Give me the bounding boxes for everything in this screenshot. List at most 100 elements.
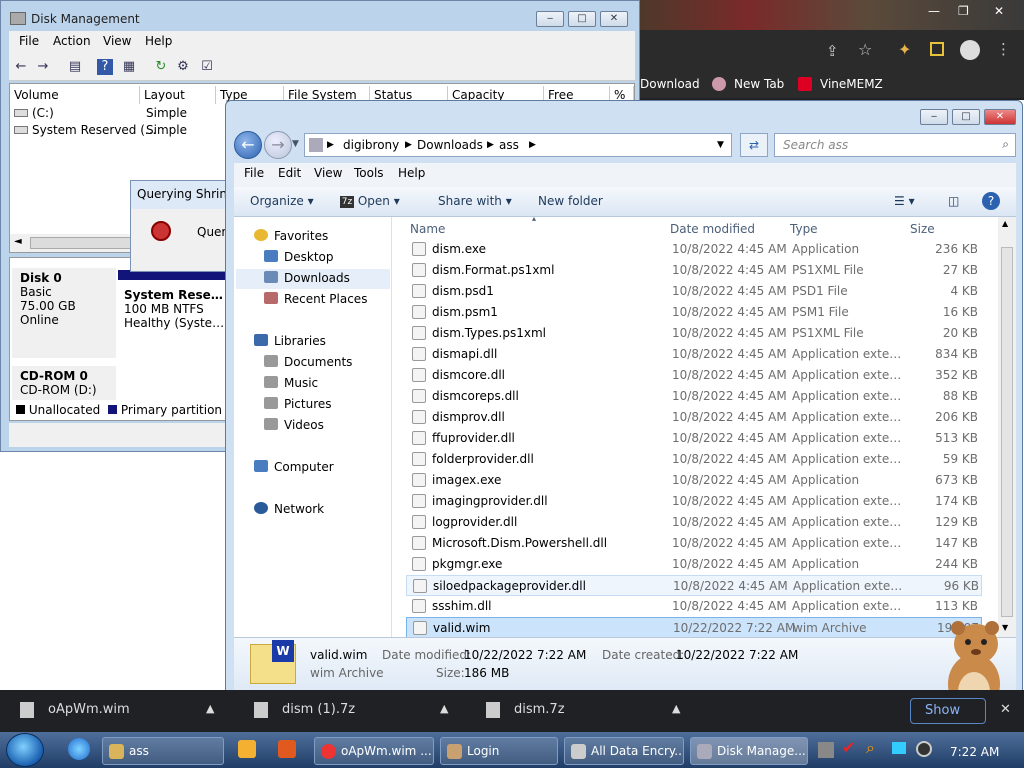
file-row[interactable]: folderprovider.dll 10/8/2022 4:45 AM Appli… xyxy=(406,449,982,470)
organize-button[interactable]: Organize ▾ xyxy=(250,194,314,208)
disk0-label[interactable]: Disk 0 Basic 75.00 GB Online xyxy=(12,268,116,358)
chevron-up-icon[interactable]: ▲ xyxy=(206,702,214,715)
minimize-button[interactable]: ‒ xyxy=(920,109,948,125)
menu-file[interactable]: File xyxy=(19,34,39,48)
address-dropdown-icon[interactable]: ▼ xyxy=(717,140,724,150)
list-icon[interactable]: ▦ xyxy=(121,59,137,75)
file-row[interactable]: dism.exe 10/8/2022 4:45 AM Application 236 … xyxy=(406,239,982,260)
check-icon[interactable]: ☑ xyxy=(199,59,215,75)
menu-file[interactable]: File xyxy=(244,166,264,180)
forward-icon[interactable]: → xyxy=(35,59,51,75)
sidebar-icon[interactable] xyxy=(930,42,944,56)
file-row[interactable]: pkgmgr.exe 10/8/2022 4:45 AM Application 24… xyxy=(406,554,982,575)
search-input[interactable]: Search ass ⌕ xyxy=(774,133,1016,157)
taskbar-chrome[interactable]: oApWm.wim ... xyxy=(314,737,434,765)
file-row[interactable]: dism.psm1 10/8/2022 4:45 AM PSM1 File 16 KB xyxy=(406,302,982,323)
tray-check-icon[interactable]: ✔ xyxy=(842,738,855,757)
file-row[interactable]: dismprov.dll 10/8/2022 4:45 AM Application… xyxy=(406,407,982,428)
menu-view[interactable]: View xyxy=(103,34,131,48)
file-row[interactable]: ssshim.dll 10/8/2022 4:45 AM Application e… xyxy=(406,596,982,617)
menu-help[interactable]: Help xyxy=(398,166,425,180)
minimize-icon[interactable]: — xyxy=(928,4,940,18)
recent-pages-icon[interactable]: ▼ xyxy=(292,139,299,149)
download-item[interactable]: dism.7z xyxy=(514,702,565,717)
maximize-button[interactable]: □ xyxy=(568,11,596,27)
tray-search-icon[interactable]: ⌕ xyxy=(866,738,875,758)
taskbar-explorer[interactable]: ass xyxy=(102,737,224,765)
maximize-icon[interactable]: ❐ xyxy=(958,4,969,18)
open-button[interactable]: 7z Open ▾ xyxy=(340,194,400,208)
download-item[interactable]: dism (1).7z xyxy=(282,702,355,717)
nav-videos[interactable]: Videos xyxy=(284,418,324,432)
scroll-left-icon[interactable]: ◄ xyxy=(14,236,22,247)
col-layout[interactable]: Layout xyxy=(140,86,216,104)
address-bar[interactable]: ▶ digibrony ▶ Downloads ▶ ass ▶ ▼ xyxy=(304,133,732,157)
nav-computer[interactable]: Computer xyxy=(274,460,334,474)
menu-action[interactable]: Action xyxy=(53,34,91,48)
file-row[interactable]: valid.wim10/22/2022 7:22 AMwim Archive19… xyxy=(406,617,982,638)
file-row[interactable]: dismapi.dll 10/8/2022 4:45 AM Application … xyxy=(406,344,982,365)
bookmark-vinememz[interactable]: VineMEMZ xyxy=(820,77,883,91)
maximize-button[interactable]: □ xyxy=(952,109,980,125)
nav-network[interactable]: Network xyxy=(274,502,324,516)
system-reserved-partition[interactable]: System Reserved 100 MB NTFS Healthy (Sys… xyxy=(120,284,232,356)
file-row[interactable]: imagex.exe 10/8/2022 4:45 AM Application 67… xyxy=(406,470,982,491)
file-row[interactable]: ffuprovider.dll 10/8/2022 4:45 AM Applicat… xyxy=(406,428,982,449)
menu-tools[interactable]: Tools xyxy=(354,166,384,180)
new-folder-button[interactable]: New folder xyxy=(538,194,603,208)
header-name[interactable]: Name xyxy=(410,222,445,236)
forward-button[interactable]: → xyxy=(264,131,292,159)
chevron-up-icon[interactable]: ▲ xyxy=(440,702,448,715)
properties-icon[interactable]: ▤ xyxy=(67,59,83,75)
volume-row[interactable]: (C:) xyxy=(14,106,54,120)
start-button[interactable] xyxy=(6,733,44,767)
scroll-up-icon[interactable]: ▲ xyxy=(1002,219,1008,228)
close-icon[interactable]: ✕ xyxy=(1000,702,1011,717)
crumb-ass[interactable]: ass xyxy=(499,138,519,152)
header-date[interactable]: Date modified xyxy=(670,222,755,236)
close-button[interactable]: ✕ xyxy=(600,11,628,27)
view-options-icon[interactable]: ☰ ▾ xyxy=(894,194,915,208)
nav-libraries[interactable]: Libraries xyxy=(274,334,326,348)
settings-icon[interactable]: ⚙ xyxy=(175,59,191,75)
ie-icon[interactable] xyxy=(68,738,90,760)
col-volume[interactable]: Volume xyxy=(10,86,140,104)
cdrom-label[interactable]: CD-ROM 0 CD-ROM (D:) xyxy=(12,366,116,400)
app-icon[interactable] xyxy=(278,740,296,758)
extensions-icon[interactable]: ✦ xyxy=(898,40,911,59)
tray-monitor-icon[interactable] xyxy=(892,742,906,754)
taskbar-login[interactable]: Login xyxy=(440,737,558,765)
nav-desktop[interactable]: Desktop xyxy=(284,250,334,264)
nav-recent-places[interactable]: Recent Places xyxy=(284,292,367,306)
media-player-icon[interactable] xyxy=(238,740,256,758)
file-row[interactable]: Microsoft.Dism.Powershell.dll 10/8/2022 4… xyxy=(406,533,982,554)
close-icon[interactable]: ✕ xyxy=(994,4,1004,18)
refresh-icon[interactable]: ↻ xyxy=(153,59,169,75)
star-icon[interactable]: ☆ xyxy=(858,40,872,59)
search-icon[interactable]: ⌕ xyxy=(1002,137,1009,152)
help-icon[interactable]: ? xyxy=(982,192,1000,210)
file-row[interactable]: dism.psd1 10/8/2022 4:45 AM PSD1 File 4 KB xyxy=(406,281,982,302)
download-item[interactable]: oApWm.wim xyxy=(48,702,130,717)
header-size[interactable]: Size xyxy=(910,222,935,236)
share-icon[interactable]: ⇪ xyxy=(826,42,839,60)
close-button[interactable]: ✕ xyxy=(984,109,1016,125)
file-row[interactable]: imagingprovider.dll 10/8/2022 4:45 AM Appl… xyxy=(406,491,982,512)
nav-music[interactable]: Music xyxy=(284,376,318,390)
nav-downloads[interactable]: Downloads xyxy=(284,271,350,285)
chevron-up-icon[interactable]: ▲ xyxy=(672,702,680,715)
vertical-scrollbar[interactable]: ▲ ▼ xyxy=(998,217,1016,637)
menu-view[interactable]: View xyxy=(314,166,342,180)
file-row[interactable]: logprovider.dll 10/8/2022 4:45 AM Applicat… xyxy=(406,512,982,533)
nav-documents[interactable]: Documents xyxy=(284,355,352,369)
header-type[interactable]: Type xyxy=(790,222,818,236)
share-button[interactable]: Share with ▾ xyxy=(438,194,512,208)
preview-pane-icon[interactable]: ◫ xyxy=(948,194,959,208)
bookmark-download[interactable]: Download xyxy=(640,77,700,91)
crumb-digibrony[interactable]: digibrony xyxy=(343,138,399,152)
taskbar-disk-management[interactable]: Disk Manage... xyxy=(690,737,808,765)
file-row[interactable]: dism.Format.ps1xml 10/8/2022 4:45 AM PS1XM… xyxy=(406,260,982,281)
volume-row[interactable]: System Reserved (... xyxy=(14,123,156,137)
profile-icon[interactable] xyxy=(960,40,980,60)
menu-icon[interactable]: ⋮ xyxy=(996,40,1011,58)
